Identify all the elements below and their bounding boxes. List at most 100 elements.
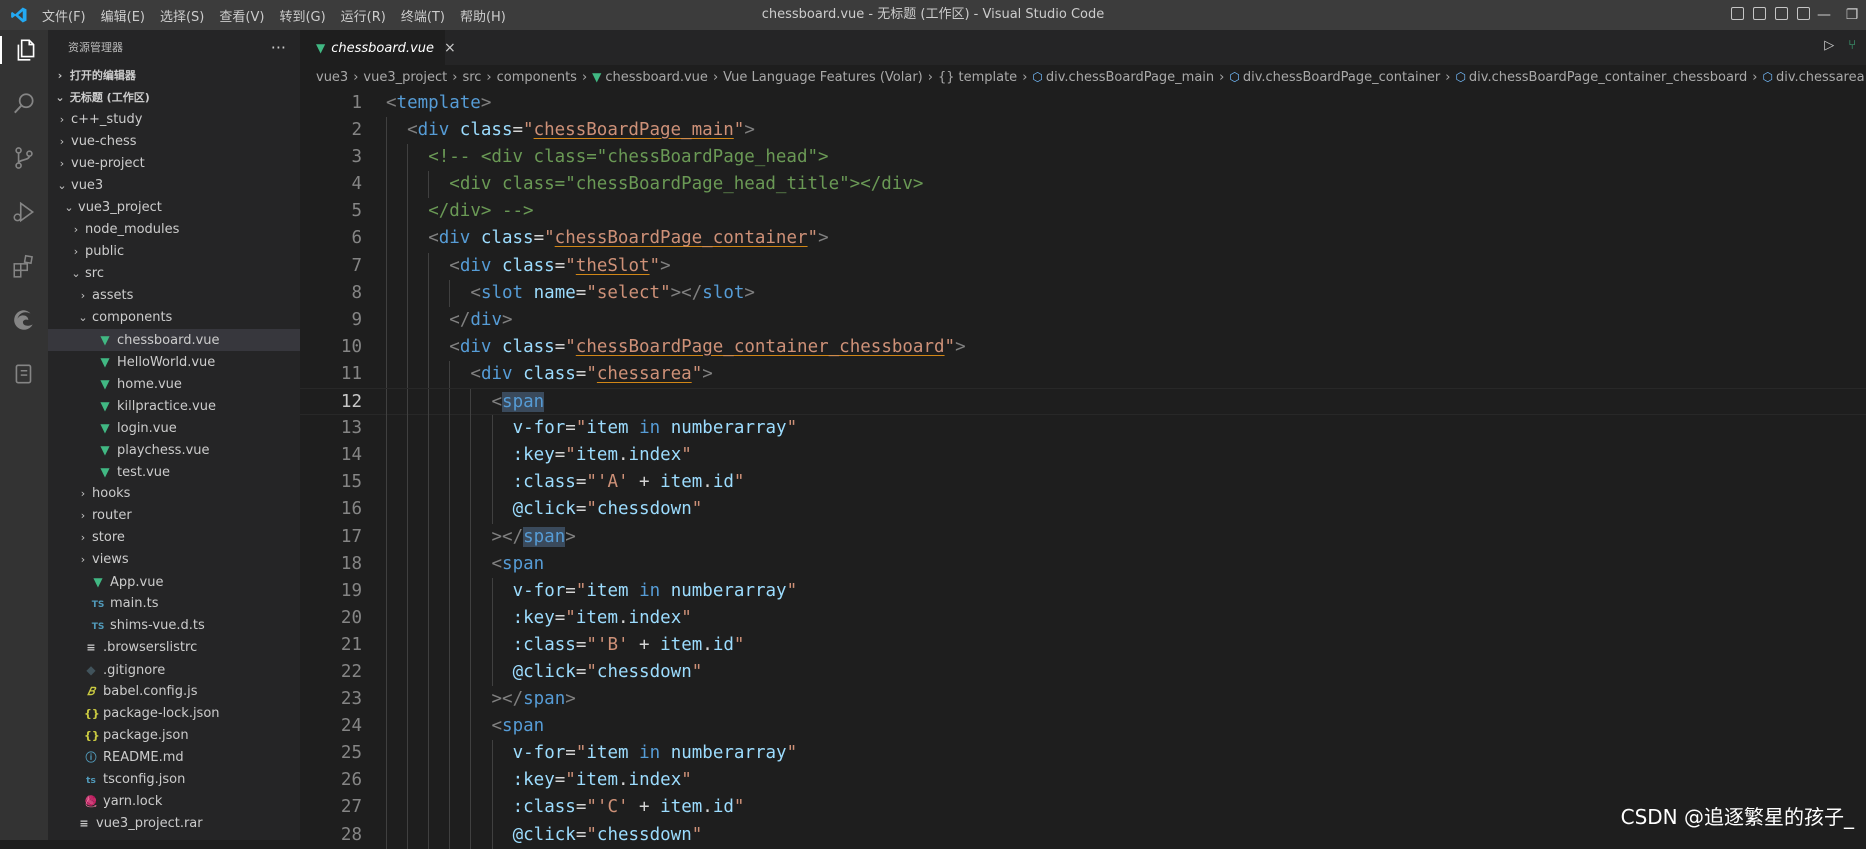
menu-item-3[interactable]: 查看(V) bbox=[219, 6, 264, 25]
code-line[interactable]: 4 <div class="chessBoardPage_head_title">… bbox=[300, 171, 1866, 199]
menu-item-1[interactable]: 编辑(E) bbox=[101, 6, 145, 25]
file-item[interactable]: ▼ HelloWorld.vue bbox=[48, 351, 300, 373]
folder-item[interactable]: › vue-project bbox=[48, 153, 300, 175]
file-item[interactable]: 𝐵babel.config.js bbox=[48, 681, 300, 703]
code-line[interactable]: 14:key="item.index" bbox=[300, 442, 1866, 470]
folder-item[interactable]: › hooks bbox=[48, 483, 300, 505]
code-line[interactable]: 7 <div class="theSlot"> bbox=[300, 252, 1866, 280]
code-line[interactable]: 18 <span bbox=[300, 550, 1866, 578]
menu-item-7[interactable]: 帮助(H) bbox=[460, 6, 506, 25]
folder-item[interactable]: ⌄ vue3 bbox=[48, 175, 300, 197]
code-line[interactable]: 3 <!-- <div class="chessBoardPage_head"> bbox=[300, 144, 1866, 172]
toggle-secondary-sidebar-icon[interactable] bbox=[1775, 7, 1788, 20]
code-line[interactable]: 12 <span bbox=[300, 388, 1866, 417]
file-item[interactable]: ≡ .browserslistrc bbox=[48, 637, 300, 659]
tab-chessboard-vue[interactable]: ▼ chessboard.vue × bbox=[300, 30, 456, 65]
file-item[interactable]: ▼ chessboard.vue bbox=[48, 329, 300, 351]
menu-item-5[interactable]: 运行(R) bbox=[341, 6, 386, 25]
extensions-activity[interactable] bbox=[10, 252, 38, 280]
code-line[interactable]: 21:class="'B' + item.id" bbox=[300, 631, 1866, 659]
code-line[interactable]: 13 v-for="item in numberarray" bbox=[300, 415, 1866, 443]
search-activity[interactable] bbox=[10, 90, 38, 118]
folder-item[interactable]: › router bbox=[48, 505, 300, 527]
code-line[interactable]: 11 <div class="chessarea"> bbox=[300, 360, 1866, 389]
customize-layout-icon[interactable] bbox=[1797, 7, 1810, 20]
breadcrumb-item[interactable]: components bbox=[497, 70, 577, 85]
code-line[interactable]: 22 @click="chessdown" bbox=[300, 658, 1866, 687]
code-line[interactable]: 10 <div class="chessBoardPage_container_c… bbox=[300, 333, 1866, 361]
breadcrumb-item[interactable]: src bbox=[462, 70, 481, 85]
tab-bar: ▼ chessboard.vue × ▷ ⑂ bbox=[300, 30, 1866, 65]
code-editor[interactable]: 1 <template> 2 <div class="chessBoardPage_m… bbox=[300, 90, 1866, 849]
code-line[interactable]: 1 <template> bbox=[300, 90, 1866, 117]
folder-item[interactable]: ⌄ src bbox=[48, 263, 300, 285]
folder-item[interactable]: › node_modules bbox=[48, 219, 300, 241]
run-icon[interactable]: ▷ bbox=[1824, 38, 1834, 53]
file-item[interactable]: ▼ App.vue bbox=[48, 571, 300, 593]
edge-devtools-activity[interactable] bbox=[10, 306, 38, 334]
folder-item[interactable]: › c++_study bbox=[48, 109, 300, 131]
file-item[interactable]: ▼ test.vue bbox=[48, 461, 300, 483]
workspace-section[interactable]: ⌄ 无标题 (工作区) bbox=[48, 87, 300, 109]
file-item[interactable]: TS shims-vue.d.ts bbox=[48, 615, 300, 637]
breadcrumb-item[interactable]: vue3 bbox=[316, 70, 348, 85]
breadcrumb-item[interactable]: chessboard.vue bbox=[605, 70, 708, 85]
code-line[interactable]: 26:key="item.index" bbox=[300, 767, 1866, 795]
folder-item[interactable]: ⌄ components bbox=[48, 307, 300, 329]
folder-item[interactable]: ⌄ vue3_project bbox=[48, 197, 300, 219]
file-item[interactable]: ⓘ README.md bbox=[48, 747, 300, 769]
menu-item-6[interactable]: 终端(T) bbox=[401, 6, 445, 25]
code-line[interactable]: 23 ></span> bbox=[300, 686, 1866, 714]
code-line[interactable]: 19 v-for="item in numberarray" bbox=[300, 577, 1866, 605]
code-line[interactable]: 20:key="item.index" bbox=[300, 604, 1866, 632]
folder-item[interactable]: › vue-chess bbox=[48, 131, 300, 153]
code-line[interactable]: 24 <span bbox=[300, 713, 1866, 741]
breadcrumb-item[interactable]: div.chessBoardPage_container_chessboard bbox=[1469, 70, 1747, 85]
code-line[interactable]: 9 </div> bbox=[300, 306, 1866, 334]
code-line[interactable]: 25 v-for="item in numberarray" bbox=[300, 740, 1866, 768]
breadcrumb-item[interactable]: div.chessBoardPage_main bbox=[1046, 70, 1214, 85]
breadcrumb-item[interactable]: div.chessBoardPage_container bbox=[1243, 70, 1440, 85]
file-item[interactable]: ▼ killpractice.vue bbox=[48, 395, 300, 417]
folder-item[interactable]: › store bbox=[48, 527, 300, 549]
breadcrumb-item[interactable]: vue3_project bbox=[363, 70, 447, 85]
file-item[interactable]: ≡ vue3_project.rar bbox=[48, 813, 300, 835]
code-line[interactable]: 16 @click="chessdown" bbox=[300, 496, 1866, 524]
code-line[interactable]: 8 <slot name="select"></slot> bbox=[300, 279, 1866, 307]
file-item[interactable]: ▼ login.vue bbox=[48, 417, 300, 439]
run-debug-activity[interactable] bbox=[10, 198, 38, 226]
code-line[interactable]: 5 </div> --> bbox=[300, 198, 1866, 226]
folder-item[interactable]: › views bbox=[48, 549, 300, 571]
restore-button[interactable]: ❐ bbox=[1838, 0, 1866, 30]
menu-item-4[interactable]: 转到(G) bbox=[279, 6, 325, 25]
file-item[interactable]: ts tsconfig.json bbox=[48, 769, 300, 791]
folder-item[interactable]: › public bbox=[48, 241, 300, 263]
file-item[interactable]: TS main.ts bbox=[48, 593, 300, 615]
menu-item-2[interactable]: 选择(S) bbox=[160, 6, 204, 25]
file-item[interactable]: ◆ .gitignore bbox=[48, 659, 300, 681]
code-line[interactable]: 2 <div class="chessBoardPage_main"> bbox=[300, 117, 1866, 145]
folder-item[interactable]: › assets bbox=[48, 285, 300, 307]
file-item[interactable]: ▼ home.vue bbox=[48, 373, 300, 395]
toggle-primary-sidebar-icon[interactable] bbox=[1731, 7, 1744, 20]
close-icon[interactable]: × bbox=[444, 40, 456, 56]
breadcrumb-item[interactable]: Vue Language Features (Volar) bbox=[723, 70, 923, 85]
source-control-activity[interactable] bbox=[10, 144, 38, 172]
vue-split-icon[interactable]: ⑂ bbox=[1848, 38, 1856, 53]
file-item[interactable]: {} package-lock.json bbox=[48, 703, 300, 725]
breadcrumb-item[interactable]: div.chessarea bbox=[1776, 70, 1865, 85]
file-item[interactable]: ▼ playchess.vue bbox=[48, 439, 300, 461]
breadcrumb-item[interactable]: template bbox=[959, 70, 1018, 85]
minimize-button[interactable]: — bbox=[1810, 0, 1838, 30]
open-editors-section[interactable]: › 打开的编辑器 bbox=[48, 65, 300, 87]
file-item[interactable]: {} package.json bbox=[48, 725, 300, 747]
explorer-activity[interactable] bbox=[0, 36, 50, 64]
code-line[interactable]: 17 ></span> bbox=[300, 523, 1866, 551]
code-line[interactable]: 15:class="'A' + item.id" bbox=[300, 469, 1866, 497]
file-item[interactable]: 🧶 yarn.lock bbox=[48, 791, 300, 813]
menu-item-0[interactable]: 文件(F) bbox=[42, 6, 86, 25]
code-line[interactable]: 6 <div class="chessBoardPage_container"> bbox=[300, 225, 1866, 253]
remote-explorer-activity[interactable] bbox=[10, 360, 38, 388]
more-actions-icon[interactable]: ··· bbox=[271, 30, 286, 65]
toggle-panel-icon[interactable] bbox=[1753, 7, 1766, 20]
